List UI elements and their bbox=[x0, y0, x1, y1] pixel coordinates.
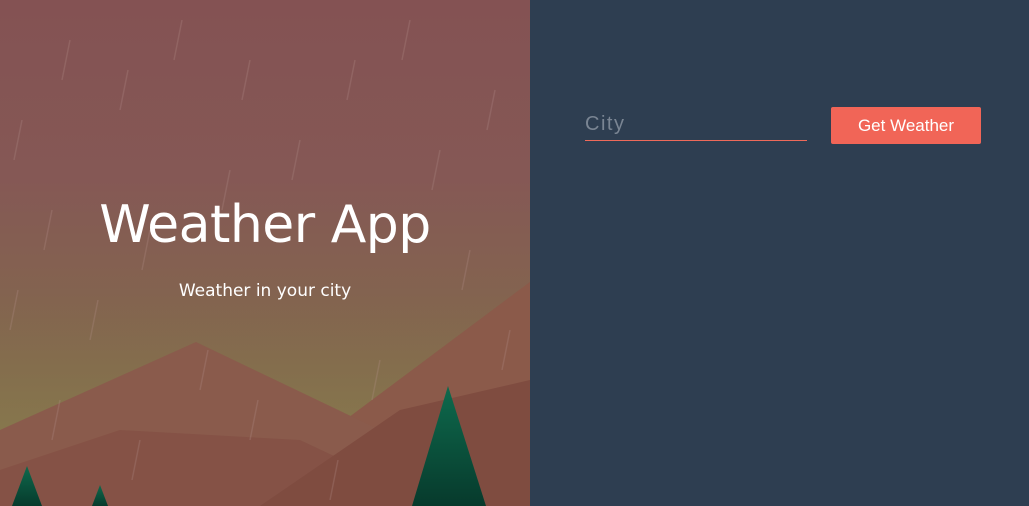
app-subtitle: Weather in your city bbox=[178, 281, 352, 301]
get-weather-button[interactable]: Get Weather bbox=[831, 107, 981, 144]
hero-panel: Weather App Weather in your city bbox=[0, 0, 530, 506]
app-title: Weather App bbox=[99, 195, 431, 255]
weather-app: Weather App Weather in your city Get Wea… bbox=[0, 0, 1029, 506]
form-panel: Get Weather bbox=[530, 0, 1029, 506]
hero-text: Weather App Weather in your city bbox=[0, 0, 530, 506]
city-input[interactable] bbox=[585, 108, 807, 141]
